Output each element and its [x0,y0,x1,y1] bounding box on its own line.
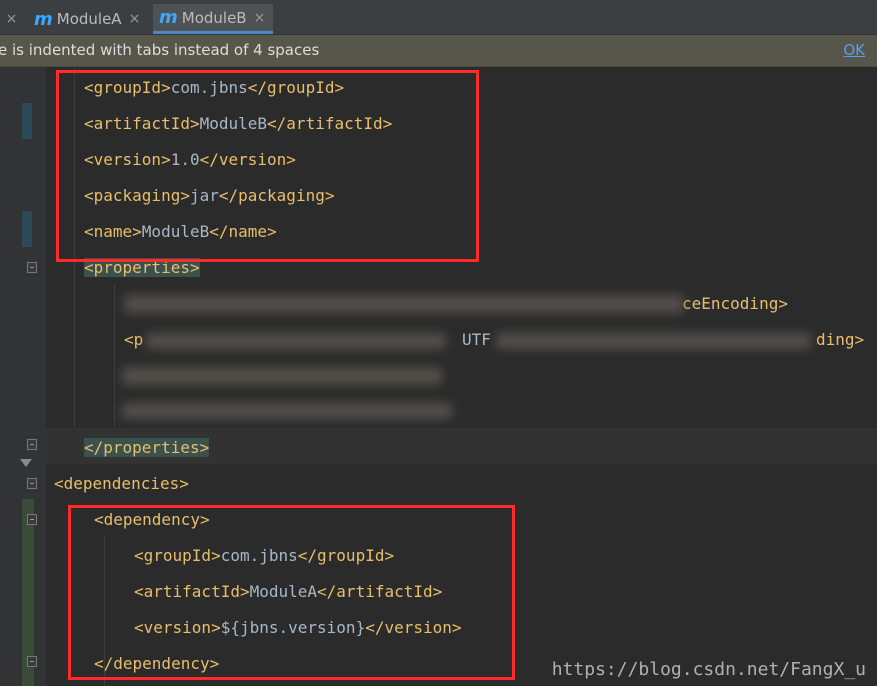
code-line-partial: UTF [462,330,491,349]
notification-message: e is indented with tabs instead of 4 spa… [0,41,320,59]
tab-moduleb[interactable]: m ModuleB × [153,4,274,34]
editor-tab-bar: × m ModuleA × m ModuleB × [0,0,877,35]
ok-link[interactable]: OK [843,41,865,59]
redacted-area [122,367,442,385]
annotation-box-dependency [68,505,515,680]
fold-toggle-icon[interactable] [27,439,37,450]
change-marker [22,103,32,139]
fold-toggle-icon[interactable] [27,262,37,273]
maven-icon: m [159,7,178,28]
tab-label: ModuleA [56,10,122,28]
tab-label: ModuleB [181,8,247,27]
close-icon[interactable]: × [6,11,18,27]
redacted-area [496,333,811,349]
fold-toggle-icon[interactable] [27,514,37,525]
change-marker [22,211,32,247]
maven-icon: m [34,8,53,30]
redacted-area [122,403,452,419]
redacted-area [146,333,446,349]
tab-modulea[interactable]: m ModuleA × [30,4,146,34]
redacted-area [124,295,684,313]
indent-guide [114,283,115,427]
fold-arrow-icon [20,459,32,467]
code-line: </properties> [84,438,210,457]
fold-toggle-icon[interactable] [27,656,37,667]
indentation-notification: e is indented with tabs instead of 4 spa… [0,35,877,67]
watermark: https://blog.csdn.net/FangX_u [551,659,866,680]
editor-gutter [0,67,46,686]
code-line-partial: ceEncoding> [682,294,788,313]
code-line-partial: ding> [816,330,865,349]
fold-toggle-icon[interactable] [27,478,37,489]
annotation-box-project-info [56,70,479,262]
close-icon[interactable]: × [129,11,141,27]
code-line-partial: <p [124,330,144,349]
close-icon[interactable]: × [254,10,266,26]
code-line: <dependencies> [54,474,189,493]
tab-truncated[interactable]: × [0,4,22,34]
